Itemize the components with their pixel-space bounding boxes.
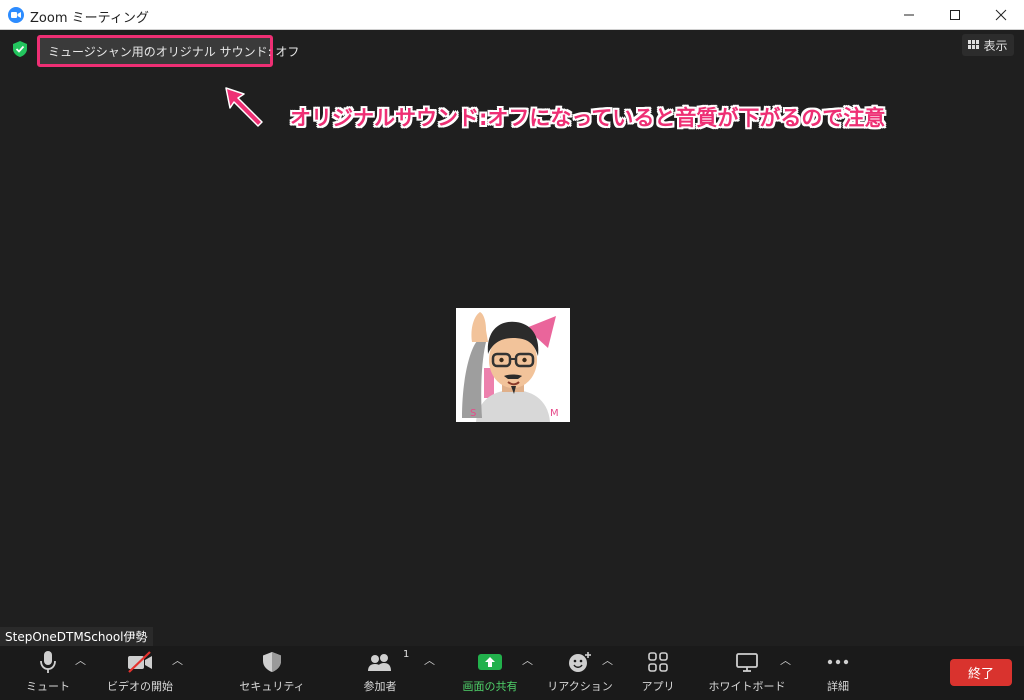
share-screen-label: 画面の共有 [462,680,518,693]
microphone-icon [40,651,56,673]
whiteboard-options-caret-icon[interactable]: ︿ [780,652,791,668]
share-screen-icon [478,654,502,670]
apps-icon [648,652,668,672]
zoom-logo-icon [8,7,24,23]
more-button[interactable]: 詳細 [818,646,858,700]
close-icon [995,9,1007,21]
maximize-icon [950,10,960,20]
reactions-label: リアクション [547,680,613,693]
security-button[interactable]: セキュリティ [239,646,305,700]
whiteboard-button[interactable]: ホワイトボード [708,646,786,700]
meeting-view: ミュージシャン用のオリジナル サウンド: オフ 表示 オリジナルサウンド:オフに… [0,30,1024,646]
close-button[interactable] [978,0,1024,30]
svg-text:S: S [470,408,476,419]
more-label: 詳細 [827,680,849,693]
end-meeting-button[interactable]: 終了 [950,659,1012,686]
apps-button[interactable]: アプリ [638,646,678,700]
participant-avatar: S M [456,308,570,422]
apps-label: アプリ [641,680,675,693]
participants-icon [368,654,391,671]
more-icon [827,659,849,665]
video-off-icon [128,651,152,673]
share-options-caret-icon[interactable]: ︿ [522,652,533,668]
whiteboard-label: ホワイトボード [708,680,786,693]
minimize-button[interactable] [886,0,932,30]
svg-text:M: M [550,408,559,419]
participants-label: 参加者 [363,680,397,693]
mute-button[interactable]: ミュート [26,646,70,700]
participant-name-label: StepOneDTMSchool伊勢 [0,627,153,646]
emoji-add-icon [569,652,591,672]
annotation-text: オリジナルサウンド:オフになっていると音質が下がるので注意 [290,106,886,130]
minimize-icon [904,14,914,16]
mute-label: ミュート [26,680,70,693]
whiteboard-icon [736,653,758,672]
security-label: セキュリティ [239,680,305,693]
maximize-button[interactable] [932,0,978,30]
original-sound-status[interactable]: ミュージシャン用のオリジナル サウンド: オフ [37,35,299,67]
reactions-options-caret-icon[interactable]: ︿ [602,652,613,668]
view-button[interactable]: 表示 [962,34,1014,56]
mute-options-caret-icon[interactable]: ︿ [75,652,86,668]
start-video-label: ビデオの開始 [107,680,173,693]
grid-view-icon [968,40,980,49]
participant-count: 1 [403,649,410,660]
view-label: 表示 [983,38,1008,53]
participants-options-caret-icon[interactable]: ︿ [424,652,435,668]
encryption-shield-icon[interactable] [13,41,27,61]
video-options-caret-icon[interactable]: ︿ [172,652,183,668]
annotation-arrow-icon [225,87,263,127]
window-title: Zoom ミーティング [30,11,149,26]
title-bar: Zoom ミーティング [0,0,1024,30]
share-screen-button[interactable]: 画面の共有 [458,646,522,700]
participants-button[interactable]: 1 参加者 [356,646,410,700]
start-video-button[interactable]: ビデオの開始 [104,646,176,700]
shield-icon [263,652,281,672]
meeting-toolbar: ミュート ︿ ビデオの開始 ︿ セキュリティ 1 参加者 ︿ 画面の共有 ︿ リ… [0,646,1024,700]
